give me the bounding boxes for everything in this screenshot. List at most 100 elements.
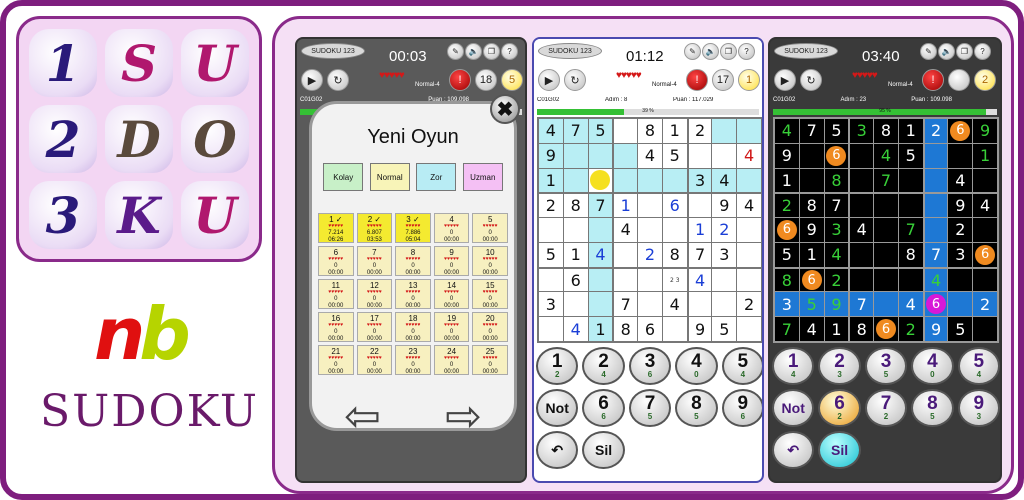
grid-cell[interactable] <box>614 119 638 143</box>
grid-cell[interactable]: 8 <box>824 168 849 193</box>
grid-cell[interactable]: 5 <box>948 317 973 341</box>
grid-cell[interactable]: 9 <box>799 218 824 242</box>
level-tile[interactable]: 14 ♥♥♥♥♥ 0 00:00 <box>433 279 470 309</box>
grid-cell[interactable]: 4 <box>850 218 874 242</box>
number-button[interactable]: 72 <box>864 389 908 427</box>
number-button[interactable]: 12 <box>536 347 579 385</box>
grid-cell[interactable] <box>563 218 588 242</box>
grid-cell[interactable] <box>563 292 588 317</box>
grid-cell[interactable] <box>539 268 563 292</box>
refresh-icon[interactable]: ↻ <box>800 69 822 91</box>
grid-cell[interactable] <box>874 268 898 292</box>
notes-button[interactable]: Not <box>772 389 815 427</box>
grid-cell[interactable]: 8 <box>874 119 898 143</box>
grid-cell[interactable]: 1 <box>775 168 799 193</box>
grid-cell[interactable] <box>662 168 687 193</box>
grid-cell[interactable] <box>737 218 761 242</box>
grid-cell[interactable] <box>850 194 874 218</box>
number-button[interactable]: 54 <box>721 347 762 385</box>
grid-cell[interactable] <box>588 292 613 317</box>
grid-cell[interactable]: 3 <box>775 292 799 317</box>
grid-cell[interactable] <box>614 242 638 267</box>
grid-cell[interactable]: 4 <box>973 194 997 218</box>
grid-cell[interactable]: 6 <box>948 119 973 143</box>
level-tile[interactable]: 4 ♥♥♥♥♥ 0 00:00 <box>433 213 470 243</box>
number-button[interactable]: 36 <box>628 347 672 385</box>
grid-cell[interactable]: 7 <box>563 119 588 143</box>
level-tile[interactable]: 18 ♥♥♥♥♥ 0 00:00 <box>395 312 431 342</box>
number-button[interactable]: 23 <box>818 347 861 385</box>
undo-icon[interactable]: ↶ <box>772 431 815 469</box>
alert-icon[interactable]: ! <box>449 69 471 91</box>
level-tile[interactable]: 20 ♥♥♥♥♥ 0 00:00 <box>472 312 508 342</box>
number-button[interactable]: 85 <box>675 389 718 427</box>
grid-cell[interactable]: 9 <box>688 317 712 341</box>
help-icon[interactable]: ? <box>738 43 755 60</box>
grid-cell[interactable]: 2 <box>737 292 761 317</box>
arrow-right-icon[interactable]: ⇨ <box>445 391 482 442</box>
erase-button[interactable]: Sil <box>818 431 861 469</box>
grid-cell[interactable]: 1 <box>539 168 563 193</box>
grid-cell[interactable] <box>850 168 874 193</box>
grid-cell[interactable]: 1 <box>824 317 849 341</box>
grid-cell[interactable]: 6 <box>775 218 799 242</box>
grid-cell[interactable] <box>973 317 997 341</box>
level-tile[interactable]: 3 ✓ ♥♥♥♥♥ 7.886 05:04 <box>395 213 431 243</box>
grid-cell[interactable] <box>563 143 588 168</box>
grid-cell[interactable] <box>973 218 997 242</box>
grid-cell[interactable] <box>588 268 613 292</box>
level-tile[interactable]: 22 ♥♥♥♥♥ 0 00:00 <box>356 345 393 375</box>
grid-cell[interactable]: 2 <box>898 317 923 341</box>
grid-cell[interactable] <box>712 119 737 143</box>
grid-cell[interactable]: 7 <box>775 317 799 341</box>
grid-cell[interactable]: 2 <box>948 218 973 242</box>
grid-cell[interactable]: 9 <box>973 119 997 143</box>
number-button[interactable]: 96 <box>721 389 762 427</box>
grid-cell[interactable] <box>874 292 898 317</box>
number-button[interactable]: 35 <box>864 347 908 385</box>
number-button[interactable]: 40 <box>911 347 954 385</box>
grid-cell[interactable]: 3 <box>539 292 563 317</box>
grid-cell[interactable]: 4 <box>737 143 761 168</box>
erase-button[interactable]: Sil <box>582 431 625 469</box>
grid-cell[interactable]: 7 <box>588 194 613 218</box>
number-button[interactable]: 54 <box>957 347 1000 385</box>
grid-cell[interactable]: 2 <box>688 119 712 143</box>
play-icon[interactable]: ▶ <box>301 69 323 91</box>
copy-icon[interactable]: ❐ <box>956 43 973 60</box>
grid-cell[interactable]: 5 <box>799 292 824 317</box>
app-title-badge[interactable]: SUDOKU 123 <box>538 43 602 59</box>
grid-cell[interactable] <box>973 268 997 292</box>
level-tile[interactable]: 6 ♥♥♥♥♥ 0 00:00 <box>318 246 354 276</box>
grid-cell[interactable] <box>948 268 973 292</box>
grid-cell[interactable]: 3 <box>824 218 849 242</box>
grid-cell[interactable]: 1 <box>898 119 923 143</box>
level-tile[interactable]: 9 ♥♥♥♥♥ 0 00:00 <box>433 246 470 276</box>
grid-cell[interactable]: 3 <box>850 119 874 143</box>
level-tile[interactable]: 17 ♥♥♥♥♥ 0 00:00 <box>356 312 393 342</box>
pencil-icon[interactable]: ✎ <box>447 43 464 60</box>
grid-cell[interactable] <box>874 194 898 218</box>
grid-cell[interactable]: 2 <box>973 292 997 317</box>
grid-cell[interactable]: 8 <box>614 317 638 341</box>
bulb-icon[interactable]: 2 <box>974 69 996 91</box>
grid-cell[interactable]: 8 <box>898 242 923 267</box>
grid-cell[interactable]: 6 <box>924 292 948 317</box>
grid-cell[interactable] <box>799 168 824 193</box>
help-icon[interactable]: ? <box>974 43 991 60</box>
grid-cell[interactable]: 1 <box>662 119 687 143</box>
grid-cell[interactable]: 4 <box>948 168 973 193</box>
alert-icon[interactable]: ! <box>922 69 944 91</box>
grid-cell[interactable] <box>712 292 737 317</box>
level-tile[interactable]: 12 ♥♥♥♥♥ 0 00:00 <box>356 279 393 309</box>
grid-cell[interactable]: 2 <box>924 119 948 143</box>
grid-cell[interactable] <box>850 242 874 267</box>
number-button[interactable]: 14 <box>772 347 815 385</box>
sound-icon[interactable]: 🔈 <box>702 43 719 60</box>
arrow-left-icon[interactable]: ⇦ <box>344 391 381 442</box>
grid-cell[interactable] <box>898 194 923 218</box>
notes-button[interactable]: Not <box>536 389 579 427</box>
sound-icon[interactable]: 🔈 <box>938 43 955 60</box>
play-icon[interactable]: ▶ <box>538 69 560 91</box>
grid-cell[interactable]: 3 <box>948 242 973 267</box>
